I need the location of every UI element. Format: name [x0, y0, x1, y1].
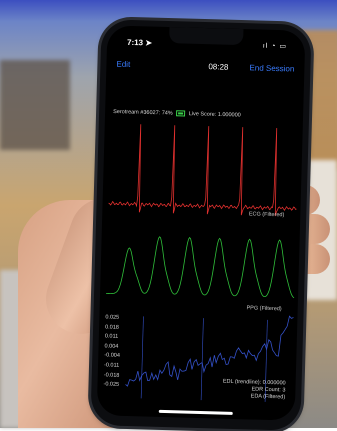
phone-screen: 7:13 ➤ ıl ◔ ▭ Edit 08:28 End Session Ser… — [96, 25, 306, 421]
phone: 7:13 ➤ ıl ◔ ▭ Edit 08:28 End Session Ser… — [90, 19, 312, 431]
eda-tick: 0.004 — [104, 343, 119, 350]
ppg-trace — [106, 236, 295, 299]
ecg-trace — [108, 124, 297, 217]
ppg-label: PPG (Filtered) — [246, 305, 282, 313]
eda-tick: 0.011 — [104, 333, 119, 340]
eda-readout: EDL (trendline): 0.000000 EDR Count: 3 E… — [222, 379, 286, 402]
edr-marker — [140, 316, 144, 399]
eda-trace — [125, 315, 294, 387]
eda-tick: -0.004 — [104, 352, 120, 360]
eda-tick: 0.018 — [105, 323, 119, 331]
ecg-label: ECG (Filtered) — [248, 211, 285, 219]
eda-tick: -0.018 — [103, 371, 120, 379]
eda-tick: -0.025 — [103, 381, 120, 388]
background-furniture — [0, 60, 70, 150]
eda-tick: 0.025 — [105, 314, 120, 321]
edr-marker — [200, 318, 204, 401]
eda-tick: -0.011 — [103, 362, 120, 369]
eda-tick-labels: 0.025 0.018 0.011 0.004 -0.004 -0.011 -0… — [103, 313, 121, 390]
signal-plots — [106, 124, 297, 402]
